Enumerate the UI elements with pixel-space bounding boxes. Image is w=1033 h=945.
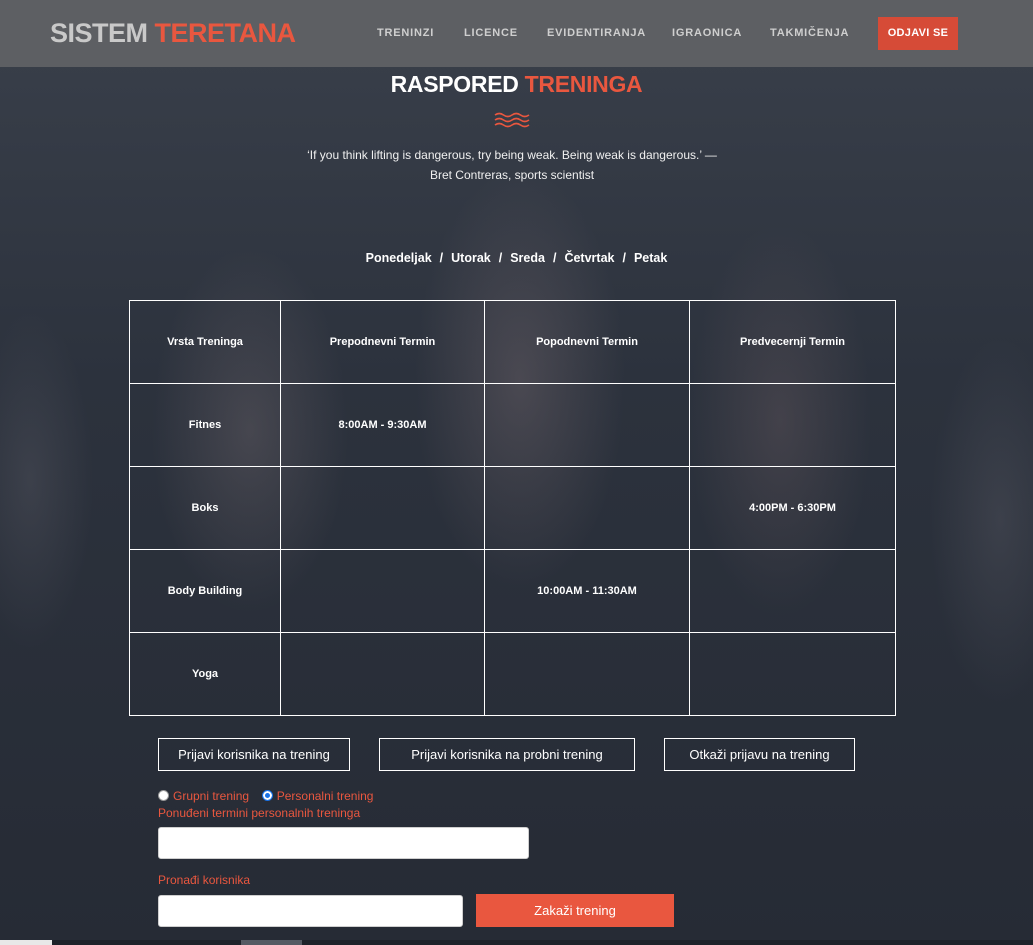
table-cell <box>689 549 896 633</box>
bottom-strip-segment <box>0 940 52 945</box>
brand-part1: SISTEM <box>50 18 148 48</box>
table-row: Boks 4:00PM - 6:30PM <box>129 466 896 550</box>
day-petak[interactable]: Petak <box>634 251 667 265</box>
nav-igraonica[interactable]: IGRAONICA <box>672 26 742 40</box>
table-cell <box>280 549 485 633</box>
table-header-cell: Predvecernji Termin <box>689 300 896 384</box>
day-separator: / <box>622 251 626 265</box>
table-row: Body Building 10:00AM - 11:30AM <box>129 549 896 633</box>
title-part2: TRENINGA <box>524 71 643 97</box>
table-row: Yoga <box>129 632 896 716</box>
table-cell: Fitnes <box>129 383 281 467</box>
bottom-strip-segment <box>241 940 302 945</box>
table-cell <box>484 632 690 716</box>
table-header-cell: Prepodnevni Termin <box>280 300 485 384</box>
bottom-strip <box>0 940 1033 945</box>
table-row: Fitnes 8:00AM - 9:30AM <box>129 383 896 467</box>
radio-personal-training[interactable] <box>261 790 273 801</box>
table-cell: 4:00PM - 6:30PM <box>689 466 896 550</box>
nav-treninzi[interactable]: TRENINZI <box>377 26 434 40</box>
title-part1: RASPORED <box>390 71 519 97</box>
radio-group-label: Grupni trening <box>173 789 250 803</box>
schedule-table: Vrsta Treninga Prepodnevni Termin Popodn… <box>129 300 896 716</box>
page-title: RASPORED TRENINGA <box>0 70 1033 98</box>
day-utorak[interactable]: Utorak <box>451 251 491 265</box>
day-separator: / <box>498 251 503 265</box>
nav-takmicenja[interactable]: TAKMIČENJA <box>770 26 849 40</box>
cancel-registration-button[interactable]: Otkaži prijavu na trening <box>664 738 855 771</box>
quote-text: ‘If you think lifting is dangerous, try … <box>307 148 717 182</box>
brand-logo[interactable]: SISTEM TERETANA <box>50 16 296 50</box>
day-selector: Ponedeljak / Utorak / Sreda / Četvrtak / Petak <box>0 251 1033 265</box>
nav-licence[interactable]: LICENCE <box>464 26 518 40</box>
day-sreda[interactable]: Sreda <box>510 251 545 265</box>
table-cell <box>689 383 896 467</box>
logout-button[interactable]: ODJAVI SE <box>878 17 958 50</box>
register-training-button[interactable]: Prijavi korisnika na trening <box>158 738 350 771</box>
register-trial-button[interactable]: Prijavi korisnika na probni trening <box>379 738 635 771</box>
table-cell <box>689 632 896 716</box>
day-ponedeljak[interactable]: Ponedeljak <box>366 251 432 265</box>
table-header-row: Vrsta Treninga Prepodnevni Termin Popodn… <box>129 300 896 384</box>
offered-sessions-label: Ponuđeni termini personalnih treninga <box>158 806 361 820</box>
nav-evidentiranja[interactable]: EVIDENTIRANJA <box>547 26 646 40</box>
table-cell: Boks <box>129 466 281 550</box>
find-user-input[interactable] <box>158 895 463 927</box>
day-cetvrtak[interactable]: Četvrtak <box>564 251 614 265</box>
schedule-training-button[interactable]: Zakaži trening <box>476 894 674 927</box>
table-cell: Body Building <box>129 549 281 633</box>
day-separator: / <box>552 251 557 265</box>
wave-divider-icon <box>494 112 530 128</box>
table-cell <box>280 466 485 550</box>
table-header-cell: Vrsta Treninga <box>129 300 281 384</box>
radio-personal-label: Personalni trening <box>276 789 374 803</box>
training-type-group: Grupni trening Personalni trening <box>158 789 373 803</box>
day-separator: / <box>439 251 444 265</box>
offered-sessions-field[interactable] <box>158 827 529 859</box>
table-cell: 8:00AM - 9:30AM <box>280 383 485 467</box>
brand-part2: TERETANA <box>154 18 297 48</box>
navbar: SISTEM TERETANA TRENINZI LICENCE EVIDENT… <box>0 0 1033 67</box>
table-header-cell: Popodnevni Termin <box>484 300 690 384</box>
table-cell <box>280 632 485 716</box>
table-cell: 10:00AM - 11:30AM <box>484 549 690 633</box>
find-user-label: Pronađi korisnika <box>158 873 251 887</box>
table-cell <box>484 466 690 550</box>
table-cell: Yoga <box>129 632 281 716</box>
table-cell <box>484 383 690 467</box>
radio-group-training[interactable] <box>158 790 169 801</box>
